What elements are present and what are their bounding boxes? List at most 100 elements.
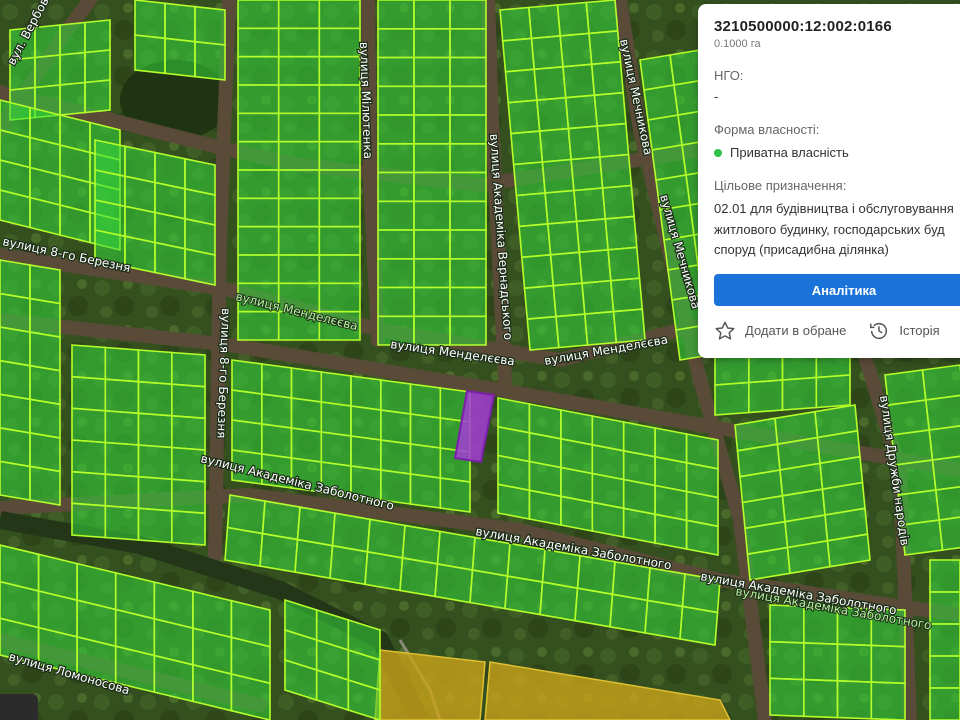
land-parcel[interactable] [171,509,206,546]
land-parcel[interactable] [171,414,206,451]
land-parcel[interactable] [29,431,61,473]
history-button[interactable]: Історія [868,320,940,342]
land-parcel[interactable] [769,604,805,644]
land-parcel[interactable] [171,351,206,388]
land-parcel[interactable] [318,169,361,200]
land-parcel[interactable] [541,158,575,194]
land-parcel[interactable] [71,344,107,381]
land-parcel[interactable] [237,169,280,200]
land-parcel[interactable] [929,559,960,593]
land-parcel[interactable] [622,507,656,544]
land-parcel[interactable] [802,678,839,719]
land-parcel[interactable] [84,19,111,54]
land-parcel[interactable] [0,427,31,468]
land-parcel[interactable] [318,55,361,86]
land-parcel[interactable] [530,35,564,71]
land-parcel[interactable] [552,282,586,318]
land-parcel[interactable] [574,587,614,628]
land-parcel[interactable] [231,389,263,425]
land-parcel[interactable] [747,379,784,414]
land-parcel[interactable] [928,425,960,461]
land-parcel[interactable] [510,130,544,166]
land-parcel[interactable] [237,310,280,341]
land-parcel[interactable] [379,409,412,445]
land-parcel[interactable] [237,225,280,256]
land-parcel[interactable] [413,27,451,59]
land-parcel[interactable] [137,475,173,512]
land-parcel[interactable] [277,112,321,143]
land-parcel[interactable] [0,189,31,229]
land-parcel[interactable] [350,405,382,441]
land-parcel[interactable] [504,575,544,616]
land-parcel[interactable] [449,229,487,260]
land-parcel[interactable] [528,489,562,526]
land-parcel[interactable] [769,640,805,681]
land-parcel[interactable] [590,60,625,97]
land-parcel[interactable] [504,68,538,104]
land-parcel[interactable] [449,171,487,203]
land-parcel[interactable] [29,331,61,372]
land-parcel[interactable] [59,21,86,56]
land-parcel[interactable] [413,0,451,30]
land-parcel[interactable] [290,427,323,463]
land-parcel[interactable] [685,519,719,556]
land-parcel[interactable] [679,605,719,646]
land-parcel[interactable] [134,0,166,40]
land-parcel[interactable] [643,84,679,121]
land-parcel[interactable] [746,546,791,581]
land-parcel[interactable] [137,412,173,449]
land-parcel[interactable] [84,49,111,84]
land-parcel[interactable] [237,0,280,30]
land-parcel[interactable] [171,478,206,515]
land-parcel[interactable] [260,363,293,399]
land-parcel[interactable] [409,413,442,449]
land-parcel[interactable] [318,254,361,285]
land-parcel[interactable] [59,51,86,86]
land-parcel[interactable] [277,140,321,171]
land-parcel[interactable] [556,1,590,37]
land-parcel[interactable] [184,247,216,286]
land-parcel[interactable] [29,398,61,439]
land-parcel[interactable] [71,375,107,412]
land-parcel[interactable] [651,144,687,181]
land-parcel[interactable] [318,27,361,58]
land-parcel[interactable] [290,397,323,433]
land-parcel[interactable] [924,394,960,431]
land-parcel[interactable] [59,203,91,244]
land-parcel[interactable] [237,112,280,143]
land-parcel[interactable] [277,0,321,30]
land-parcel[interactable] [377,200,415,231]
land-parcel[interactable] [413,143,451,174]
land-parcel[interactable] [802,642,839,682]
land-parcel[interactable] [290,367,323,403]
land-parcel[interactable] [921,364,960,401]
land-parcel[interactable] [560,495,594,532]
land-parcel[interactable] [449,200,487,231]
land-parcel[interactable] [826,533,871,568]
land-parcel[interactable] [714,381,750,416]
land-parcel[interactable] [379,439,412,475]
land-parcel[interactable] [364,550,404,592]
land-parcel[interactable] [639,54,675,91]
land-parcel[interactable] [469,569,509,610]
land-parcel[interactable] [231,359,263,395]
analytics-button[interactable]: Аналітика [714,273,960,306]
land-parcel[interactable] [377,257,415,289]
land-parcel[interactable] [84,79,111,114]
land-parcel[interactable] [526,315,560,351]
land-parcel[interactable] [439,477,471,513]
land-parcel[interactable] [164,37,196,78]
land-parcel[interactable] [409,443,442,479]
land-parcel[interactable] [29,465,61,506]
land-parcel[interactable] [413,229,451,260]
land-parcel[interactable] [237,140,280,171]
land-parcel[interactable] [194,40,226,81]
land-parcel[interactable] [564,94,599,130]
land-parcel[interactable] [0,359,31,401]
land-parcel[interactable] [277,84,321,115]
land-parcel[interactable] [449,143,487,174]
land-parcel[interactable] [104,346,140,383]
land-parcel[interactable] [413,171,451,203]
land-parcel[interactable] [934,485,960,521]
land-parcel[interactable] [29,364,61,406]
